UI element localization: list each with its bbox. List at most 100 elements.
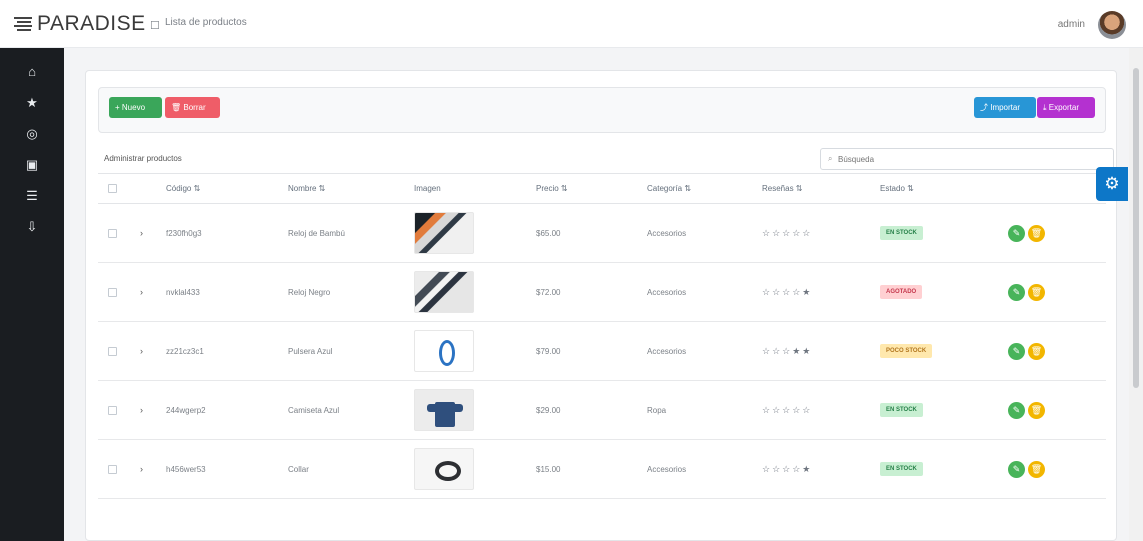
product-image [414,381,474,439]
delete-icon[interactable]: 🗑 [1028,224,1045,242]
delete-button[interactable]: 🗑 Borrar [165,97,220,118]
column-code[interactable]: Código ⇅ [166,174,200,203]
status-label: EN STOCK [880,226,923,240]
product-category: Accesorios [647,346,687,356]
search-input[interactable] [838,153,1098,165]
rating-stars: ☆☆☆☆☆ [762,404,813,415]
tshirt-image [414,389,474,431]
status-label: EN STOCK [880,403,923,417]
checkbox-icon[interactable] [108,405,117,415]
export-button[interactable]: ⤓ Exportar [1037,97,1095,118]
product-image [414,440,474,498]
delete-icon[interactable]: 🗑 [1028,342,1045,360]
table-row[interactable]: › nvklal433 Reloj Negro $72.00 Accesorio… [98,263,1106,322]
product-price: $29.00 [536,405,561,415]
row-actions: ✎ 🗑 [1008,204,1045,262]
user-name[interactable]: admin [1058,19,1085,30]
edit-icon[interactable]: ✎ [1008,460,1025,478]
table-row[interactable]: › h456wer53 Collar $15.00 Accesorios ☆☆☆… [98,440,1106,499]
row-checkbox[interactable] [108,381,117,439]
checkbox-icon[interactable] [108,464,117,474]
logo-text: PARADISE [37,12,146,35]
status-label: POCO STOCK [880,344,933,358]
products-card: + Nuevo 🗑 Borrar ⤴ Importar ⤓ Exportar A… [85,70,1117,541]
row-actions: ✎ 🗑 [1008,263,1045,321]
product-price: $79.00 [536,346,561,356]
edit-icon[interactable]: ✎ [1008,283,1025,301]
product-category: Accesorios [647,287,687,297]
row-checkbox[interactable] [108,322,117,380]
products-table: Código ⇅ Nombre ⇅ Imagen Precio ⇅ Catego… [98,174,1106,499]
table-row[interactable]: › zz21cz3c1 Pulsera Azul $79.00 Accesori… [98,322,1106,381]
edit-icon[interactable]: ✎ [1008,401,1025,419]
row-checkbox[interactable] [108,440,117,498]
avatar[interactable] [1098,11,1126,39]
scrollbar-thumb[interactable] [1133,68,1139,388]
product-code: nvklal433 [166,287,200,297]
import-button[interactable]: ⤴ Importar [974,97,1036,118]
delete-icon[interactable]: 🗑 [1028,401,1045,419]
row-actions: ✎ 🗑 [1008,322,1045,380]
rating-stars: ☆☆☆☆★ [762,463,813,474]
column-label: Precio [536,184,559,193]
home-icon[interactable]: ⌂ [22,62,42,82]
menu-icon[interactable]: ☐ [150,19,160,32]
watch-image [414,271,474,313]
column-image: Imagen [414,174,441,203]
new-button[interactable]: + Nuevo [109,97,162,118]
logo-icon [14,13,34,35]
search-icon: ⌕ [828,154,833,163]
product-price: $15.00 [536,464,561,474]
column-status[interactable]: Estado ⇅ [880,174,914,203]
list-icon[interactable]: ☰ [22,186,42,206]
column-price[interactable]: Precio ⇅ [536,174,568,203]
expand-row-icon[interactable]: › [140,381,143,439]
column-reviews[interactable]: Reseñas ⇅ [762,174,803,203]
edit-icon[interactable]: ✎ [1008,224,1025,242]
table-title: Administrar productos [104,154,182,163]
checkbox-icon[interactable] [108,346,117,356]
status-badge: EN STOCK [880,204,923,262]
column-name[interactable]: Nombre ⇅ [288,174,325,203]
status-badge: EN STOCK [880,440,923,498]
product-name: Camiseta Azul [288,405,340,415]
product-code: 244wgerp2 [166,405,206,415]
rating-stars: ☆☆☆☆☆ [762,227,813,238]
ring-image [414,448,474,490]
product-price: $65.00 [536,228,561,238]
checkbox-icon[interactable] [108,184,117,193]
table-row[interactable]: › 244wgerp2 Camiseta Azul $29.00 Ropa ☆☆… [98,381,1106,440]
expand-row-icon[interactable]: › [140,440,143,498]
download-icon[interactable]: ⇩ [22,217,42,237]
box-icon[interactable]: ▣ [22,155,42,175]
edit-icon[interactable]: ✎ [1008,342,1025,360]
delete-icon[interactable]: 🗑 [1028,283,1045,301]
toolbar: + Nuevo 🗑 Borrar ⤴ Importar ⤓ Exportar [98,87,1106,133]
settings-icon[interactable]: ⚙ [1096,167,1128,201]
column-category[interactable]: Categoría ⇅ [647,174,691,203]
product-name: Pulsera Azul [288,346,333,356]
compass-icon[interactable]: ◎ [22,124,42,144]
expand-row-icon[interactable]: › [140,204,143,262]
status-label: AGOTADO [880,285,923,299]
search-box[interactable]: ⌕ [820,148,1114,170]
delete-icon[interactable]: 🗑 [1028,460,1045,478]
select-all-checkbox[interactable] [108,174,117,203]
expand-row-icon[interactable]: › [140,322,143,380]
checkbox-icon[interactable] [108,287,117,297]
product-code: zz21cz3c1 [166,346,204,356]
product-code: h456wer53 [166,464,206,474]
row-checkbox[interactable] [108,204,117,262]
table-row[interactable]: › f230fh0g3 Reloj de Bambú $65.00 Acceso… [98,204,1106,263]
checkbox-icon[interactable] [108,228,117,238]
brand-logo[interactable]: PARADISE [14,12,146,36]
expand-row-icon[interactable]: › [140,263,143,321]
product-name: Reloj de Bambú [288,228,345,238]
column-label: Estado [880,184,905,193]
product-code: f230fh0g3 [166,228,202,238]
breadcrumb: Lista de productos [165,17,247,28]
row-checkbox[interactable] [108,263,117,321]
main-content: + Nuevo 🗑 Borrar ⤴ Importar ⤓ Exportar A… [64,48,1124,541]
scrollbar[interactable] [1129,48,1143,541]
star-icon[interactable]: ★ [22,93,42,113]
